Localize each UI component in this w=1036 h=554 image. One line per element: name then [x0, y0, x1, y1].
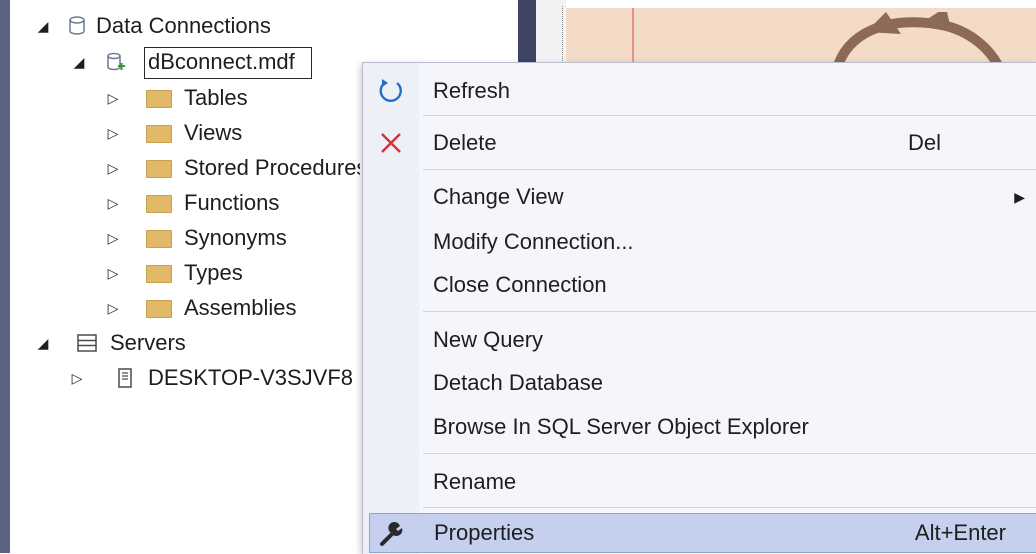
menu-label: Properties [434, 520, 535, 545]
folder-icon [146, 300, 172, 318]
tree-label: Servers [110, 330, 186, 355]
tree-node-desktop-server[interactable]: ▷ DESKTOP-V3SJVF8 [10, 362, 360, 394]
menu-item-properties[interactable]: Properties Alt+Enter [369, 513, 1036, 553]
wrench-icon [380, 522, 403, 546]
menu-item-browse-sql-object-explorer[interactable]: Browse In SQL Server Object Explorer [363, 405, 1036, 449]
tree-node-stored-procedures[interactable]: ▷ Stored Procedures [10, 152, 360, 184]
tree-node-assemblies[interactable]: ▷ Assemblies [10, 292, 360, 324]
data-connections-icon [69, 16, 85, 35]
menu-separator [423, 311, 1036, 312]
folder-icon [146, 195, 172, 213]
collapsed-arrow-icon[interactable]: ▷ [104, 152, 122, 184]
shortcut-label: Del [907, 130, 941, 155]
collapsed-arrow-icon[interactable]: ▷ [104, 292, 122, 324]
tree-label: Assemblies [184, 295, 297, 320]
submenu-arrow-icon: ▶ [1014, 189, 1025, 205]
tree-node-servers[interactable]: ◢ Servers [10, 327, 360, 359]
expanded-arrow-icon[interactable]: ◢ [34, 327, 52, 359]
tree-label: Types [184, 260, 243, 285]
tree-node-synonyms[interactable]: ▷ Synonyms [10, 222, 360, 254]
menu-item-change-view[interactable]: Change View ▶ [363, 175, 1036, 219]
tree-label: Synonyms [184, 225, 287, 250]
folder-icon [146, 230, 172, 248]
servers-icon [77, 334, 97, 352]
menu-label: Detach Database [433, 370, 603, 395]
menu-label: Refresh [433, 78, 511, 103]
tree-label: Tables [184, 85, 248, 110]
menu-label: New Query [433, 327, 544, 352]
menu-item-refresh[interactable]: Refresh [363, 69, 1036, 113]
collapsed-arrow-icon[interactable]: ▷ [104, 187, 122, 219]
tree-node-functions[interactable]: ▷ Functions [10, 187, 360, 219]
menu-item-close-connection[interactable]: Close Connection [363, 263, 1036, 307]
menu-item-delete[interactable]: Delete Del [363, 121, 1036, 165]
collapsed-arrow-icon[interactable]: ▷ [104, 222, 122, 254]
menu-label: Browse In SQL Server Object Explorer [433, 414, 809, 439]
menu-label: Close Connection [433, 272, 607, 297]
menu-separator [423, 115, 1036, 116]
menu-separator [423, 453, 1036, 454]
menu-item-rename[interactable]: Rename [363, 460, 1036, 504]
delete-x-icon [381, 133, 401, 153]
tree-label: Views [184, 120, 243, 145]
tree-node-tables[interactable]: ▷ Tables [10, 82, 360, 114]
folder-icon [146, 90, 172, 108]
database-connection-icon [107, 52, 125, 71]
server-machine-icon [118, 368, 132, 388]
tree-node-views[interactable]: ▷ Views [10, 117, 360, 149]
menu-label: Change View [433, 184, 564, 209]
menu-label: Modify Connection... [433, 229, 634, 254]
expanded-arrow-icon[interactable]: ◢ [70, 46, 88, 78]
folder-icon [146, 160, 172, 178]
menu-item-modify-connection[interactable]: Modify Connection... [363, 220, 1036, 264]
explorer-frame-border [0, 0, 10, 553]
rename-focus-box [144, 47, 312, 79]
menu-separator [423, 169, 1036, 170]
menu-label: Delete [433, 130, 497, 155]
collapsed-arrow-icon[interactable]: ▷ [104, 82, 122, 114]
context-menu: Refresh Delete Del Change View ▶ Modify … [362, 62, 1036, 554]
menu-label: Rename [433, 469, 517, 494]
shortcut-label: Alt+Enter [914, 520, 1006, 545]
tree-label: Stored Procedures [184, 155, 360, 180]
expanded-arrow-icon[interactable]: ◢ [34, 10, 52, 42]
folder-icon [146, 125, 172, 143]
tree-label: Data Connections [96, 13, 271, 38]
menu-item-new-query[interactable]: New Query [363, 318, 1036, 362]
collapsed-arrow-icon[interactable]: ▷ [104, 117, 122, 149]
menu-separator [423, 507, 1036, 508]
refresh-icon [379, 79, 402, 102]
tree-label: DESKTOP-V3SJVF8 [148, 365, 353, 390]
tree-node-data-connections[interactable]: ◢ Data Connections [10, 10, 510, 42]
collapsed-arrow-icon[interactable]: ▷ [104, 257, 122, 289]
tree-node-types[interactable]: ▷ Types [10, 257, 360, 289]
collapsed-arrow-icon[interactable]: ▷ [68, 362, 86, 394]
tree-label: Functions [184, 190, 280, 215]
folder-icon [146, 265, 172, 283]
menu-item-detach-database[interactable]: Detach Database [363, 361, 1036, 405]
